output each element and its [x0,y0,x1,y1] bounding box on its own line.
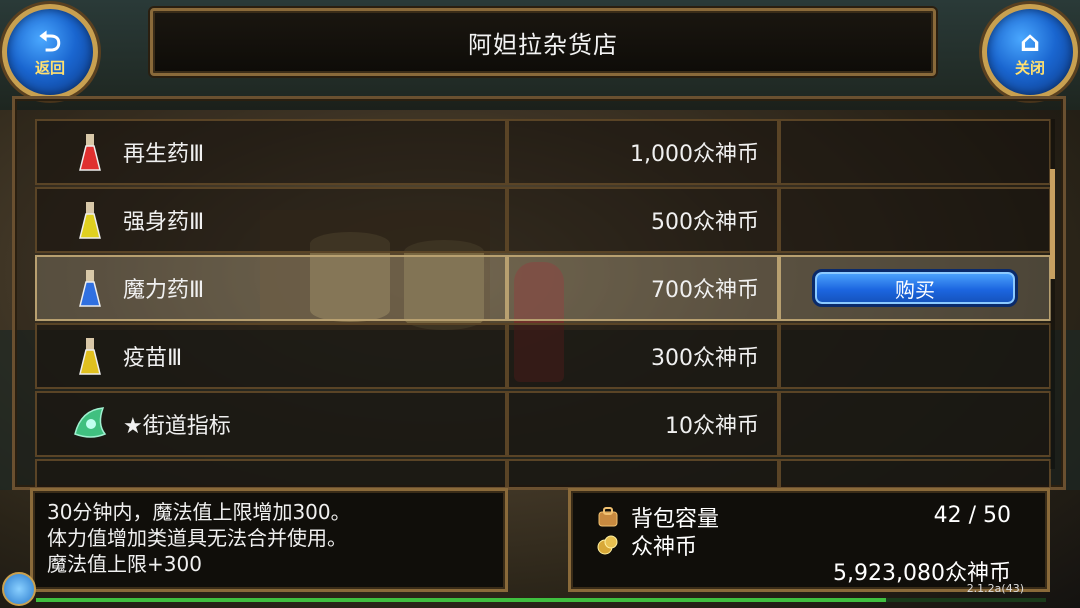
shop-item-row[interactable]: 强身药Ⅲ 500众神币 [35,187,1051,253]
item-name-cell: 魔力药Ⅲ [35,255,507,321]
version-label: 2.1.2a(43) [966,582,1024,595]
item-name-cell: ★街道指标 [35,391,507,457]
description-line: 体力值增加类道具无法合并使用。 [47,526,347,550]
coin-icon [595,532,621,558]
shop-item-row[interactable]: ★街道指标 10众神币 [35,391,1051,457]
item-name-cell [35,459,507,487]
item-name: 魔力药Ⅲ [123,278,205,303]
item-action-cell [779,459,1051,487]
item-price-cell: 300众神币 [507,323,779,389]
minimap-icon[interactable] [2,572,36,606]
shop-item-row[interactable]: 疫苗Ⅲ 300众神币 [35,323,1051,389]
item-action-cell [779,187,1051,253]
item-price: 300众神币 [651,346,759,371]
green-scroll-icon [71,403,109,445]
capacity-value: 42 / 50 [933,503,1011,528]
item-price-cell [507,459,779,487]
item-name: 再生药Ⅲ [123,142,205,167]
back-arrow-icon: ⮌ [38,24,62,58]
close-button-label: 关闭 [1014,58,1045,77]
buy-button[interactable]: 购买 [812,269,1018,307]
item-action-cell [779,391,1051,457]
item-price-cell: 1,000众神币 [507,119,779,185]
item-price: 700众神币 [651,278,759,303]
item-name-cell: 再生药Ⅲ [35,119,507,185]
back-button[interactable]: ⮌ 返回 [2,4,98,100]
item-name-cell: 疫苗Ⅲ [35,323,507,389]
item-price-cell: 10众神币 [507,391,779,457]
item-price: 1,000众神币 [630,142,759,167]
item-description-panel: 30分钟内，魔法值上限增加300。 体力值增加类道具无法合并使用。 魔法值上限+… [30,488,508,592]
red-potion-icon [71,131,109,173]
shop-item-row-selected[interactable]: 魔力药Ⅲ 700众神币 购买 [35,255,1051,321]
item-action-cell: 购买 [779,255,1051,321]
yellow-potion-icon [71,199,109,241]
shop-item-list[interactable]: 再生药Ⅲ 1,000众神币 强身药Ⅲ 500众神币 魔力药Ⅲ 700众神币 购买… [12,96,1066,490]
exp-bar-fill [36,598,886,602]
bag-icon [595,504,621,530]
page-title: 阿妲拉杂货店 [468,30,618,59]
item-price: 10众神币 [665,414,759,439]
currency-label: 众神币 [631,535,698,560]
inventory-info-panel: 背包容量 42 / 50 众神币 5,923,080众神币 [568,488,1050,592]
item-price: 500众神币 [651,210,759,235]
item-name: 强身药Ⅲ [123,210,205,235]
item-name: ★街道指标 [123,414,231,439]
description-line: 30分钟内，魔法值上限增加300。 [47,500,351,524]
shop-item-row[interactable]: 再生药Ⅲ 1,000众神币 [35,119,1051,185]
description-line: 魔法值上限+300 [47,552,202,576]
home-icon: ⌂ [1019,24,1041,58]
item-name: 疫苗Ⅲ [123,346,183,371]
shop-item-row-partial[interactable] [35,459,1051,487]
title-bar: 阿妲拉杂货店 [150,8,936,76]
list-scrollbar[interactable] [1050,119,1055,469]
scrollbar-thumb[interactable] [1050,169,1055,279]
item-action-cell [779,119,1051,185]
item-name-cell: 强身药Ⅲ [35,187,507,253]
back-button-label: 返回 [34,58,65,77]
item-action-cell [779,323,1051,389]
yellow-potion-icon [71,335,109,377]
close-button[interactable]: ⌂ 关闭 [982,4,1078,100]
item-price-cell: 700众神币 [507,255,779,321]
blue-potion-icon [71,267,109,309]
currency-row: 众神币 [595,529,697,561]
item-price-cell: 500众神币 [507,187,779,253]
